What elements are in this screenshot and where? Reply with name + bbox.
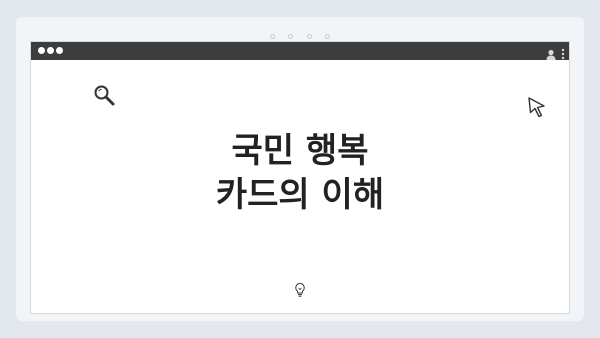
window-maximize-dot[interactable] bbox=[56, 47, 63, 54]
headline-line-2: 카드의 이해 bbox=[215, 175, 385, 215]
browser-window: 국민 행복 카드의 이해 bbox=[30, 41, 570, 314]
pager-dot[interactable] bbox=[306, 34, 312, 39]
pager-dot[interactable] bbox=[270, 34, 276, 39]
kebab-menu-icon[interactable] bbox=[561, 45, 565, 60]
headline: 국민 행복 카드의 이해 bbox=[31, 129, 569, 217]
pager-dot[interactable] bbox=[324, 34, 330, 39]
pager-dot[interactable] bbox=[288, 34, 294, 39]
title-bar bbox=[31, 42, 569, 60]
user-icon[interactable] bbox=[546, 45, 556, 60]
pager-dots bbox=[16, 24, 584, 39]
window-close-dot[interactable] bbox=[38, 47, 45, 54]
search-icon[interactable] bbox=[93, 84, 115, 106]
window-minimize-dot[interactable] bbox=[47, 47, 54, 54]
headline-line-1: 국민 행복 bbox=[231, 131, 369, 171]
page-content: 국민 행복 카드의 이해 bbox=[31, 60, 569, 313]
lightbulb-icon bbox=[294, 282, 306, 298]
thumbnail-card: 국민 행복 카드의 이해 bbox=[16, 17, 584, 321]
page: { "headline": { "line1": "국민 행복", "line2… bbox=[0, 0, 600, 338]
cursor-icon bbox=[527, 96, 547, 118]
